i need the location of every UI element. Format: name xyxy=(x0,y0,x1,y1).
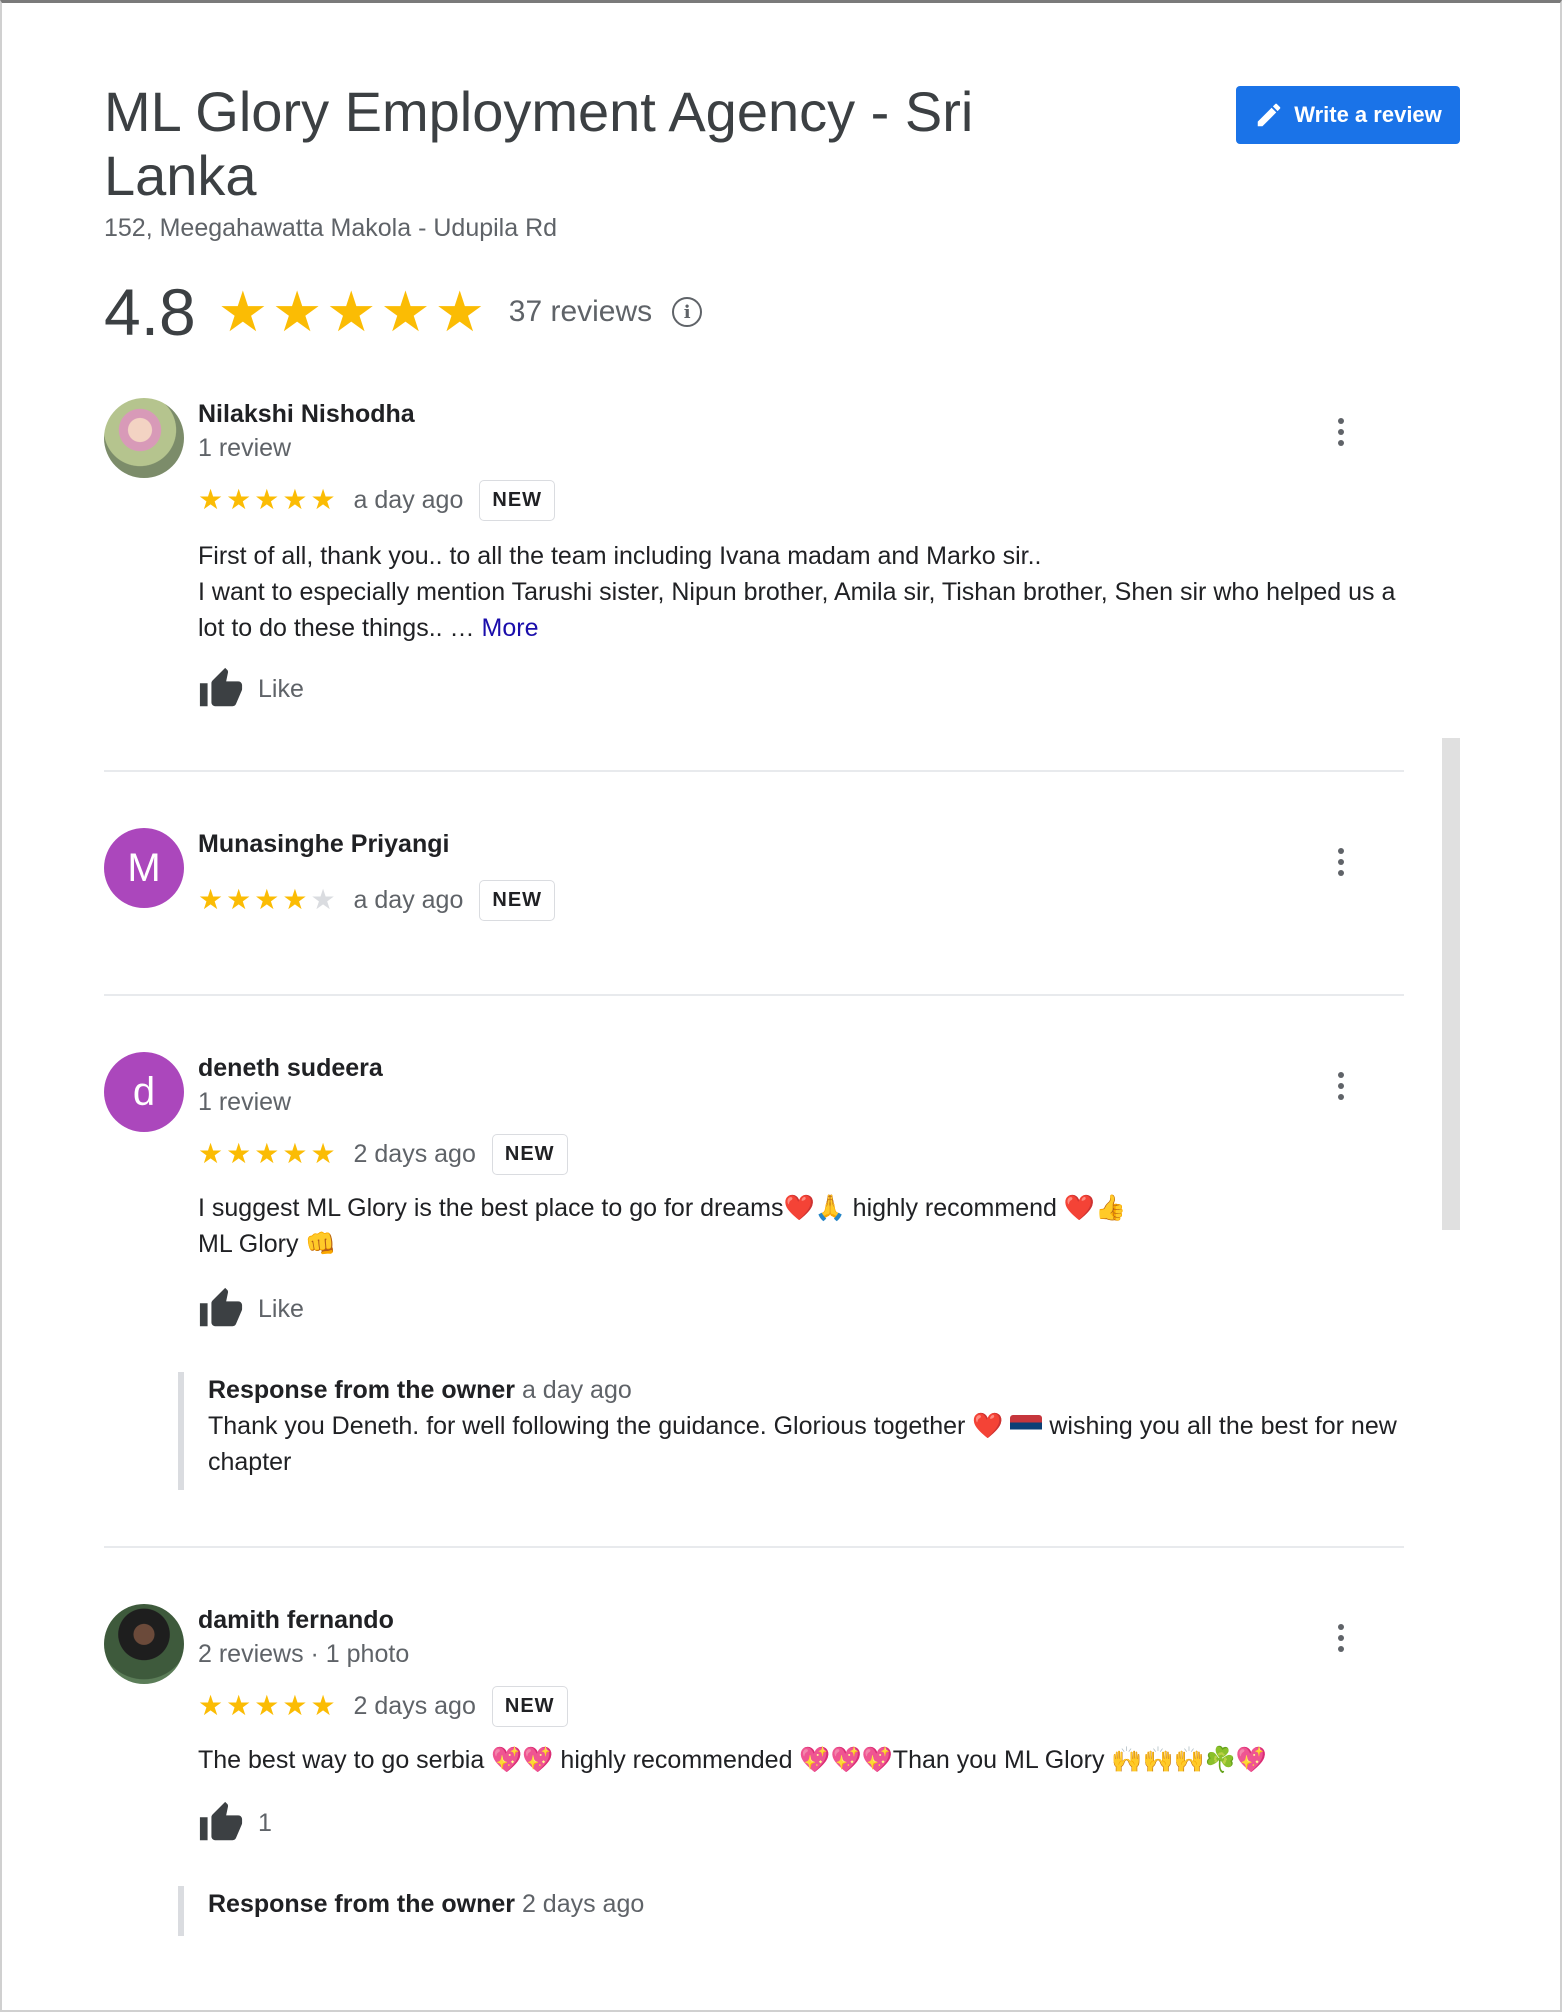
review-rating-row: ★ ★ ★ ★ ★ 2 days ago NEW xyxy=(198,1685,568,1727)
review-item: M Munasinghe Priyangi ★ ★ ★ ★ ★ a day ago NE… xyxy=(104,828,1404,948)
more-options-icon[interactable] xyxy=(1326,1066,1356,1106)
business-title: ML Glory Employment Agency - Sri Lanka xyxy=(104,80,974,207)
avatar[interactable] xyxy=(104,398,184,478)
average-rating: 4.8 xyxy=(104,275,196,349)
star-icon: ★ xyxy=(434,280,485,343)
review-rating-row: ★ ★ ★ ★ ★ a day ago NEW xyxy=(198,479,556,521)
reviewer-meta: 1 review xyxy=(198,434,292,462)
review-text: I suggest ML Glory is the best place to … xyxy=(198,1190,1408,1262)
reviewer-meta: 2 reviews · 1 photo xyxy=(198,1640,410,1668)
review-item: Nilakshi Nishodha 1 review ★ ★ ★ ★ ★ a day a… xyxy=(104,398,1404,718)
review-text: The best way to go serbia 💖💖 highly reco… xyxy=(198,1742,1408,1778)
review-date: 2 days ago xyxy=(353,1691,476,1720)
thumbs-up-icon xyxy=(199,667,243,707)
like-label: Like xyxy=(258,674,304,703)
write-review-label: Write a review xyxy=(1294,102,1442,127)
owner-response: Response from the owner 2 days ago xyxy=(178,1886,1408,1936)
more-options-icon[interactable] xyxy=(1326,842,1356,882)
review-stars: ★ ★ ★ ★ ★ xyxy=(198,484,336,515)
review-item: damith fernando 2 reviews · 1 photo ★ ★ ★ ★… xyxy=(104,1604,1404,1944)
review-text-line: I want to especially mention Tarushi sis… xyxy=(198,578,1396,642)
owner-response-label: Response from the owner xyxy=(208,1890,515,1918)
review-stars: ★ ★ ★ ★ ★ xyxy=(198,884,336,915)
reviewer-meta: 1 review xyxy=(198,1088,292,1116)
avatar[interactable]: d xyxy=(104,1052,184,1132)
info-icon[interactable]: i xyxy=(672,297,703,327)
review-stars: ★ ★ ★ ★ ★ xyxy=(198,1138,336,1169)
divider xyxy=(104,1546,1404,1548)
serbia-flag-icon xyxy=(1010,1415,1043,1437)
review-date: a day ago xyxy=(353,485,464,514)
scrollbar[interactable] xyxy=(1442,738,1460,1230)
owner-response-label: Response from the owner xyxy=(208,1376,515,1404)
review-date: 2 days ago xyxy=(353,1139,476,1168)
more-options-icon[interactable] xyxy=(1326,1618,1356,1658)
divider xyxy=(104,770,1404,772)
review-rating-row: ★ ★ ★ ★ ★ a day ago NEW xyxy=(198,879,556,921)
rating-stars: ★ ★ ★ ★ ★ xyxy=(218,284,485,340)
owner-response-date: a day ago xyxy=(521,1376,632,1404)
write-review-button[interactable]: Write a review xyxy=(1236,86,1460,144)
star-icon: ★ xyxy=(217,280,268,343)
reviewer-name[interactable]: Munasinghe Priyangi xyxy=(198,830,449,859)
more-options-icon[interactable] xyxy=(1326,412,1356,452)
avatar[interactable]: M xyxy=(104,828,184,908)
star-icon: ★ xyxy=(271,280,323,343)
thumbs-up-icon xyxy=(199,1801,243,1841)
review-stars: ★ ★ ★ ★ ★ xyxy=(198,1690,336,1721)
like-label: Like xyxy=(258,1294,304,1323)
star-icon: ★ xyxy=(380,280,431,343)
like-button[interactable]: 1 xyxy=(198,1800,272,1846)
like-button[interactable]: Like xyxy=(198,666,304,712)
review-item: d deneth sudeera 1 review ★ ★ ★ ★ ★ 2 days a… xyxy=(104,1052,1404,1492)
review-rating-row: ★ ★ ★ ★ ★ 2 days ago NEW xyxy=(198,1133,568,1175)
business-address: 152, Meegahawatta Makola - Udupila Rd xyxy=(104,214,558,242)
avatar[interactable] xyxy=(104,1604,184,1684)
review-text-line: First of all, thank you.. to all the tea… xyxy=(198,542,1042,570)
new-badge: NEW xyxy=(479,879,556,921)
review-text-line: The best way to go serbia 💖💖 highly reco… xyxy=(198,1746,1268,1774)
divider xyxy=(104,994,1404,996)
reviewer-name[interactable]: damith fernando xyxy=(198,1606,394,1635)
owner-response: Response from the owner a day ago Thank … xyxy=(178,1372,1408,1490)
review-date: a day ago xyxy=(353,885,464,914)
like-count: 1 xyxy=(258,1808,272,1837)
new-badge: NEW xyxy=(479,479,556,521)
reviewer-name[interactable]: deneth sudeera xyxy=(198,1054,383,1083)
thumbs-up-icon xyxy=(199,1287,243,1327)
rating-summary: 4.8 ★ ★ ★ ★ ★ 37 reviews i xyxy=(104,272,703,352)
more-link[interactable]: More xyxy=(482,614,539,642)
star-icon: ★ xyxy=(326,280,377,343)
owner-response-date: 2 days ago xyxy=(521,1890,645,1918)
like-button[interactable]: Like xyxy=(198,1286,304,1332)
review-text: First of all, thank you.. to all the tea… xyxy=(198,538,1408,646)
review-text-line: I suggest ML Glory is the best place to … xyxy=(198,1194,1127,1222)
pencil-icon xyxy=(1257,103,1281,127)
owner-response-text: Thank you Deneth. for well following the… xyxy=(208,1412,1004,1440)
reviews-count[interactable]: 37 reviews xyxy=(509,295,652,329)
reviewer-name[interactable]: Nilakshi Nishodha xyxy=(198,400,415,429)
review-text-line: ML Glory 👊 xyxy=(198,1230,337,1258)
new-badge: NEW xyxy=(491,1685,568,1727)
new-badge: NEW xyxy=(491,1133,568,1175)
